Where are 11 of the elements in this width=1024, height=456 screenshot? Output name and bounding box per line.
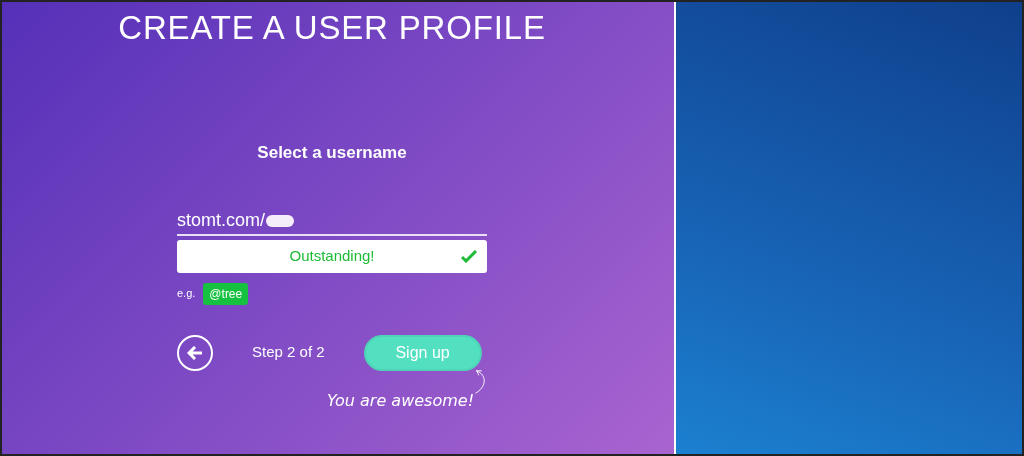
handwritten-note: You are awesome! [327, 389, 475, 412]
validation-message: Outstanding! [288, 245, 376, 266]
step-indicator: Step 2 of 2 [252, 342, 325, 363]
arrow-left-icon [187, 345, 203, 360]
page-title: CREATE A USER PROFILE [118, 8, 546, 48]
example-label: e.g. [177, 286, 196, 302]
section-heading: Select a username [257, 142, 407, 164]
url-prefix: stomt.com/ [177, 209, 265, 232]
example-tag: @tree [203, 282, 249, 305]
username-field[interactable]: stomt.com/ [177, 207, 487, 236]
back-button[interactable] [177, 334, 213, 371]
